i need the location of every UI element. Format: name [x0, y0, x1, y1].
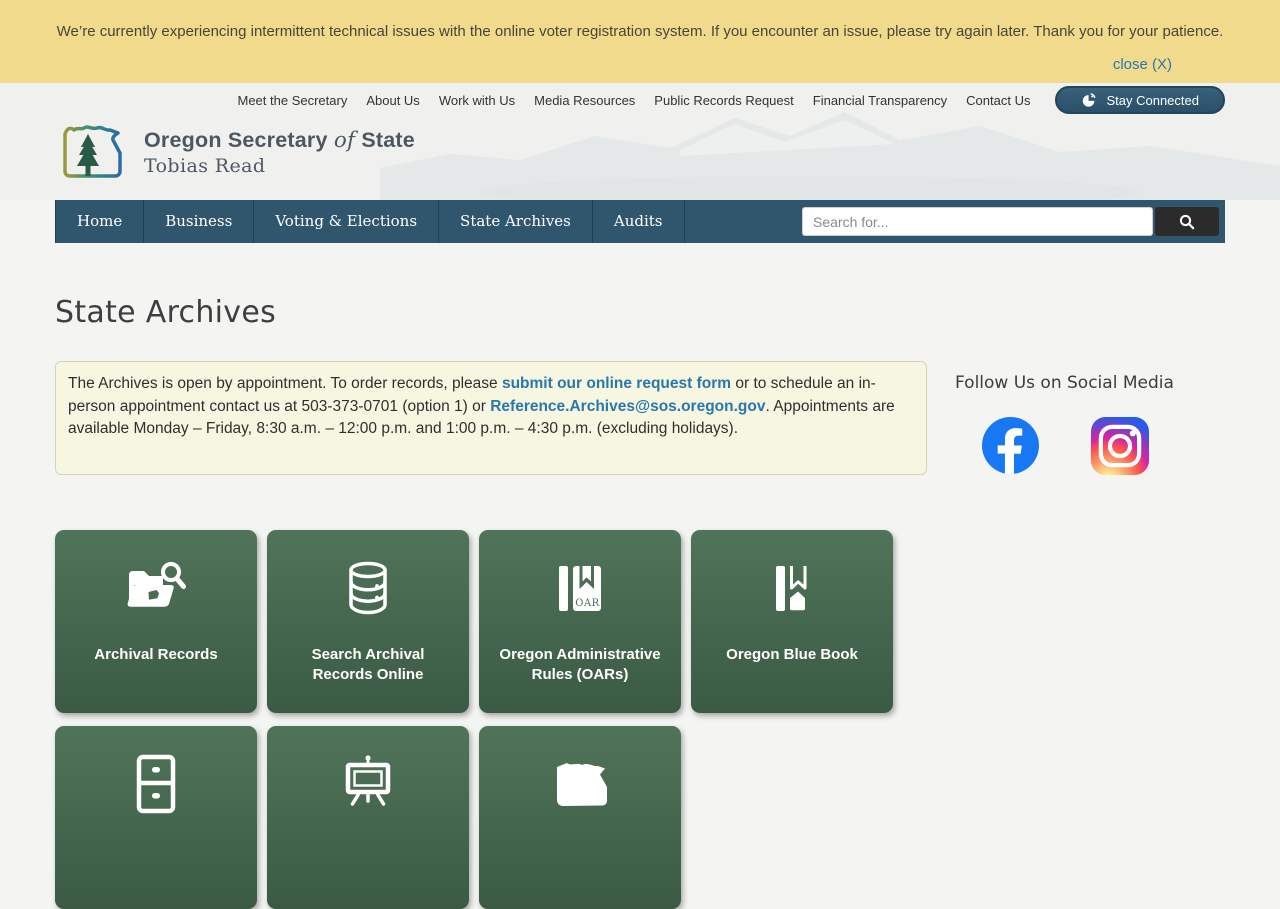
- oregon-map-icon: [551, 758, 609, 810]
- card-oregon-map[interactable]: [479, 726, 681, 909]
- facebook-icon[interactable]: [982, 417, 1039, 474]
- nav-item-audits[interactable]: Audits: [593, 200, 685, 243]
- site-header: Meet the Secretary About Us Work with Us…: [0, 83, 1280, 200]
- svg-text:OAR: OAR: [575, 598, 599, 609]
- page-content: State Archives The Archives is open by a…: [55, 243, 1225, 909]
- utility-link-work-with-us[interactable]: Work with Us: [439, 93, 515, 108]
- file-cabinet-icon: [132, 753, 180, 815]
- alert-banner: We’re currently experiencing intermitten…: [0, 0, 1280, 83]
- secretary-name: Tobias Read: [144, 155, 415, 177]
- card-oregon-blue-book[interactable]: Oregon Blue Book: [691, 530, 893, 713]
- nav-item-home[interactable]: Home: [55, 200, 144, 243]
- utility-link-contact-us[interactable]: Contact Us: [966, 93, 1030, 108]
- folder-search-icon: [124, 559, 188, 617]
- search-bar: [802, 207, 1219, 236]
- alert-message: We’re currently experiencing intermitten…: [0, 0, 1280, 40]
- archives-card-grid: Archival Records Search Archival Records…: [55, 530, 915, 909]
- utility-link-media-resources[interactable]: Media Resources: [534, 93, 635, 108]
- oregon-tree-logo-icon: [55, 121, 131, 183]
- main-navigation: Home Business Voting & Elections State A…: [55, 200, 1225, 243]
- search-button[interactable]: [1155, 207, 1219, 236]
- card-file-cabinet[interactable]: [55, 726, 257, 909]
- book-bookmark-icon: [763, 560, 821, 616]
- card-archival-records[interactable]: Archival Records: [55, 530, 257, 713]
- card-presentation[interactable]: [267, 726, 469, 909]
- nav-item-business[interactable]: Business: [144, 200, 254, 243]
- nav-item-voting-elections[interactable]: Voting & Elections: [254, 200, 439, 243]
- utility-link-meet-the-secretary[interactable]: Meet the Secretary: [238, 93, 348, 108]
- presentation-screen-icon: [340, 753, 396, 815]
- alert-close-link[interactable]: close (X): [1113, 56, 1172, 73]
- site-title: Oregon Secretary of State: [144, 128, 415, 153]
- stay-connected-label: Stay Connected: [1106, 93, 1199, 108]
- card-oregon-administrative-rules[interactable]: OAR Oregon Administrative Rules (OARs): [479, 530, 681, 713]
- utility-nav: Meet the Secretary About Us Work with Us…: [238, 86, 1226, 114]
- utility-link-about-us[interactable]: About Us: [366, 93, 419, 108]
- search-input[interactable]: [802, 207, 1153, 236]
- site-logo[interactable]: Oregon Secretary of State Tobias Read: [55, 121, 415, 183]
- utility-link-public-records-request[interactable]: Public Records Request: [654, 93, 793, 108]
- social-media-block: Follow Us on Social Media: [955, 361, 1174, 475]
- book-oar-icon: OAR: [551, 560, 609, 616]
- appointment-notice: The Archives is open by appointment. To …: [55, 361, 927, 475]
- card-search-archival-records-online[interactable]: Search Archival Records Online: [267, 530, 469, 713]
- database-icon: [344, 560, 392, 616]
- social-heading: Follow Us on Social Media: [955, 373, 1174, 393]
- utility-link-financial-transparency[interactable]: Financial Transparency: [813, 93, 947, 108]
- page-title: State Archives: [55, 243, 1225, 330]
- stay-connected-button[interactable]: Stay Connected: [1055, 86, 1225, 114]
- satellite-dish-icon: [1081, 92, 1097, 108]
- nav-item-state-archives[interactable]: State Archives: [439, 200, 593, 243]
- instagram-icon[interactable]: [1091, 417, 1149, 475]
- archives-email-link[interactable]: Reference.Archives@sos.oregon.gov: [490, 398, 765, 415]
- online-request-form-link[interactable]: submit our online request form: [502, 375, 731, 392]
- search-icon: [1179, 214, 1195, 230]
